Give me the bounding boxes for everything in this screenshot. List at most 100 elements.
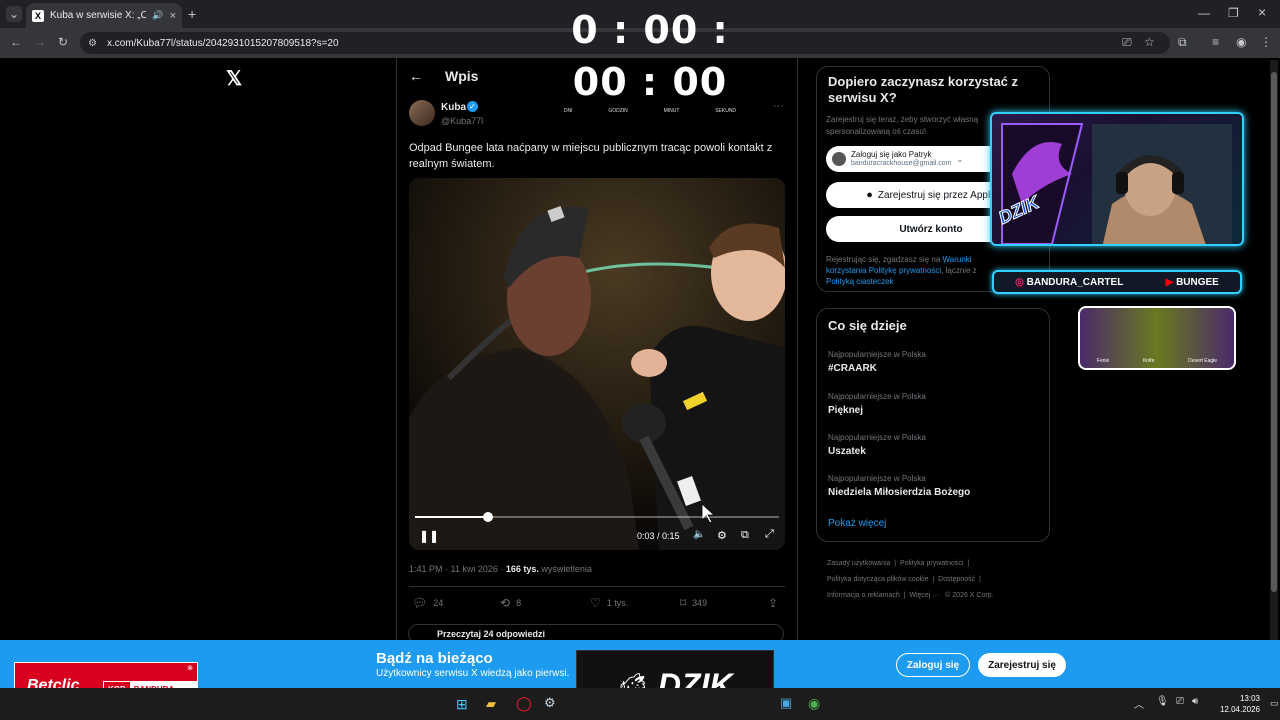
video-progress-knob[interactable]	[482, 512, 493, 522]
privacy-link[interactable]: Politykę prywatności	[869, 266, 941, 275]
create-account-label: Utwórz konto	[899, 223, 963, 235]
speaker-icon[interactable]: 🔊︎	[1192, 696, 1198, 707]
like-button[interactable]: ♡ 1 tys.	[590, 596, 628, 610]
trend-category: Najpopularniejsze w Polska	[828, 350, 926, 359]
menu-icon[interactable]: ⋮	[1260, 35, 1272, 49]
bookmark-icon: ⌑	[680, 596, 687, 610]
read-replies-label: Przeczytaj 24 odpowiedzi	[437, 629, 546, 639]
chrome-icon[interactable]: ◉	[808, 695, 820, 712]
divider	[409, 586, 785, 587]
video-player[interactable]: ❚❚ 0:03 / 0:15 🔈 ⚙ ⧉ ⤢	[409, 178, 785, 550]
share-button[interactable]: ⇪	[768, 596, 778, 610]
repost-icon: ⟲	[500, 596, 511, 610]
minimize-icon[interactable]: —	[1198, 6, 1210, 20]
scrollbar-thumb[interactable]	[1271, 72, 1277, 592]
repost-button[interactable]: ⟲ 8	[500, 596, 521, 610]
banner-title: Bądź na bieżąco	[376, 650, 493, 667]
instagram-icon: ◎	[1015, 276, 1024, 288]
fullscreen-icon[interactable]: ⤢	[765, 528, 774, 541]
footer-link-cookies[interactable]: Polityka dotycząca plików cookie	[827, 576, 929, 583]
signup-subtitle: Zarejestruj się teraz, żeby stworzyć wła…	[826, 115, 979, 136]
audio-icon[interactable]: 🔊	[152, 10, 163, 21]
video-progress-track[interactable]	[415, 512, 779, 522]
back-arrow-icon[interactable]: ←	[409, 68, 423, 84]
footer-link-terms[interactable]: Zasady użytkowania	[827, 560, 890, 567]
trend-item[interactable]: Najpopularniejsze w Polska Pięknej	[828, 392, 1038, 416]
bookmark-star-icon[interactable]: ☆	[1144, 35, 1155, 49]
share-icon: ⇪	[768, 596, 779, 610]
windows-start-icon[interactable]: ⊞	[456, 696, 468, 713]
settings-icon[interactable]: ⚙	[717, 529, 727, 542]
cast-icon[interactable]: ⎚	[1122, 35, 1132, 50]
webcam-overlay: DZIK	[990, 112, 1244, 246]
mic-icon[interactable]: 🎙︎	[1156, 696, 1169, 707]
trend-item[interactable]: Najpopularniejsze w Polska Uszatek	[828, 433, 1038, 457]
url-text: x.com/Kuba77l/status/2042931015207809518…	[106, 37, 339, 49]
terms-text: Rejestrując się, zgadzasz się na Warunki…	[826, 254, 1004, 287]
banner-signup-label: Zarejestruj się	[988, 659, 1056, 671]
trend-item[interactable]: Najpopularniejsze w Polska Niedziela Mił…	[828, 474, 1038, 498]
instagram-name: BANDURA_CARTEL	[1026, 276, 1124, 288]
reload-icon[interactable]: ↻	[58, 35, 68, 49]
pip-icon[interactable]: ⧉	[741, 529, 749, 542]
volume-icon[interactable]: 🔈	[693, 529, 705, 540]
video-time: 0:03 / 0:15	[637, 531, 680, 541]
new-tab-icon[interactable]: +	[188, 6, 196, 22]
tweet-timestamp[interactable]: 1:41 PM · 11 kwi 2026 ·	[409, 564, 506, 574]
pause-icon[interactable]: ❚❚	[419, 529, 439, 543]
trend-item[interactable]: Najpopularniejsze w Polska #CRAARK	[828, 350, 1038, 374]
steam-icon[interactable]: ⚙	[544, 695, 556, 711]
signup-title: Dopiero zaczynasz korzystać z serwisu X?	[828, 74, 1019, 105]
file-explorer-icon[interactable]: ▰	[486, 696, 496, 712]
tweet-views-label: wyświetlenia	[538, 564, 592, 574]
author-name[interactable]: Kuba	[441, 102, 466, 113]
footer-link-privacy[interactable]: Polityka prywatności	[900, 560, 963, 567]
ad-close-icon[interactable]: ⊗	[187, 664, 193, 672]
profile-icon[interactable]: ◉	[1236, 35, 1246, 49]
back-icon[interactable]: ←	[10, 35, 22, 49]
site-info-icon[interactable]: ⚙	[88, 38, 97, 49]
media-control-icon[interactable]: ≡	[1212, 35, 1219, 49]
youtube-handle: ▶ BUNGEE	[1166, 277, 1219, 288]
more-options-icon[interactable]: ···	[773, 100, 784, 112]
footer-link-ads[interactable]: Informacja o reklamach	[827, 592, 900, 599]
show-more-link[interactable]: Pokaż więcej	[828, 518, 886, 529]
restore-icon[interactable]: ❐	[1228, 6, 1239, 20]
footer-links: Zasady użytkowania | Polityka prywatnośc…	[827, 560, 994, 599]
x-favicon-icon: X	[32, 9, 44, 22]
browser-tab[interactable]: X Kuba w serwisie X: „Odpad 🔊 ×	[26, 3, 182, 28]
tray-expand-icon[interactable]: ︿	[1134, 696, 1144, 711]
tab-close-icon[interactable]: ×	[170, 10, 176, 22]
tab-title: Kuba w serwisie X: „Odpad	[50, 10, 147, 21]
notification-icon[interactable]: ▭	[1270, 698, 1279, 709]
app-icon[interactable]: ▣	[780, 695, 792, 711]
skin-label: Fenix	[1096, 358, 1110, 364]
extensions-icon[interactable]: ⧉	[1178, 35, 1187, 50]
terms-prefix: Rejestrując się, zgadzasz się na	[826, 255, 943, 264]
page-scrollbar[interactable]	[1270, 60, 1278, 640]
heart-icon: ♡	[590, 596, 601, 610]
cookies-link[interactable]: Polityką ciasteczek	[826, 277, 894, 286]
opera-icon[interactable]: ◯	[516, 695, 532, 712]
bookmark-button[interactable]: ⌑ 349	[680, 596, 707, 610]
footer-link-accessibility[interactable]: Dostępność	[938, 576, 975, 583]
main-column: ← Wpis Kuba ✓ @Kuba77l ··· Odpad Bungee …	[396, 58, 798, 640]
reply-button[interactable]: 💬︎ 24	[412, 596, 443, 610]
chevron-down-icon: ⌄	[956, 154, 964, 164]
terms-mid: , łącznie z	[941, 266, 977, 275]
tab-search-icon[interactable]: ⌄	[6, 6, 22, 22]
clock[interactable]: 13:03 12.04.2026	[1216, 693, 1260, 715]
forward-icon[interactable]: →	[34, 35, 46, 49]
network-icon[interactable]: ⎚	[1176, 696, 1184, 707]
footer-link-more[interactable]: Więcej ···	[909, 592, 939, 599]
window-close-icon[interactable]: ×	[1258, 4, 1266, 20]
x-logo-icon[interactable]: 𝕏	[226, 66, 242, 91]
banner-signup-button[interactable]: Zarejestruj się	[978, 653, 1066, 677]
skin-label: Knife	[1142, 358, 1155, 364]
reply-count: 24	[433, 598, 444, 608]
author-handle[interactable]: @Kuba77l	[441, 116, 483, 126]
google-signin-label: Zaloguj się jako Patryk	[851, 150, 932, 159]
clock-date: 12.04.2026	[1219, 705, 1260, 714]
avatar[interactable]	[409, 100, 435, 126]
banner-login-button[interactable]: Zaloguj się	[896, 653, 970, 677]
